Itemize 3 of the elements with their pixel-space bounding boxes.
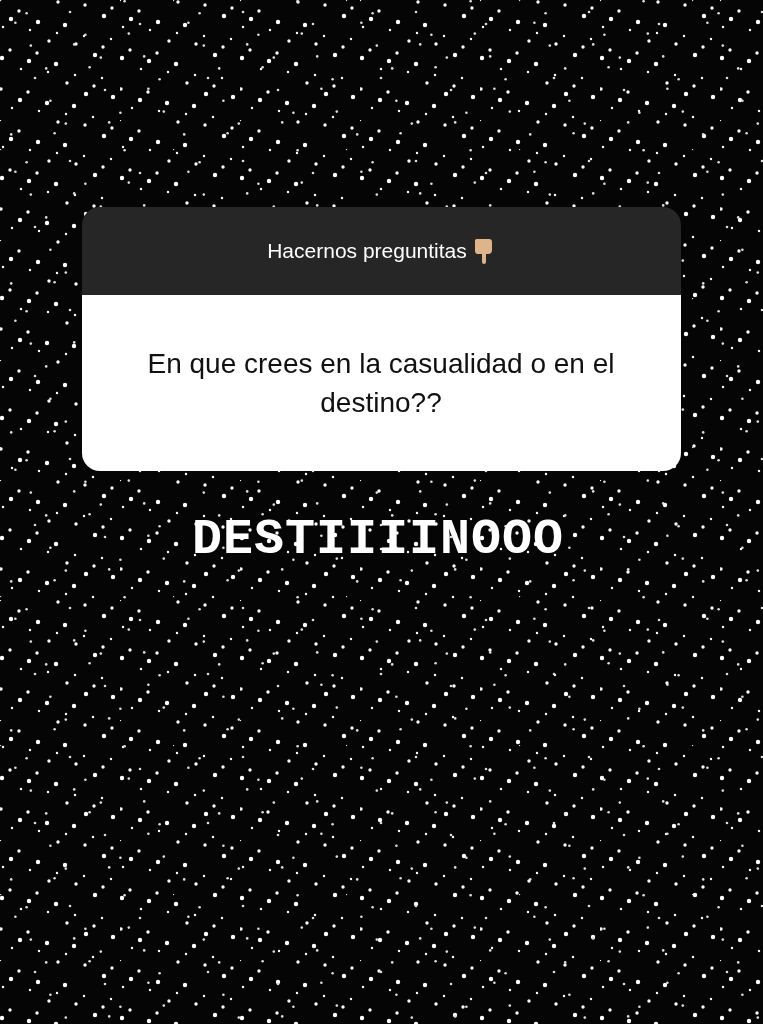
sticker-title: Hacernos preguntitas bbox=[267, 239, 467, 263]
question-text: En que crees en la casualidad o en el destino?? bbox=[146, 346, 616, 420]
pointing-hand-icon bbox=[472, 237, 495, 265]
